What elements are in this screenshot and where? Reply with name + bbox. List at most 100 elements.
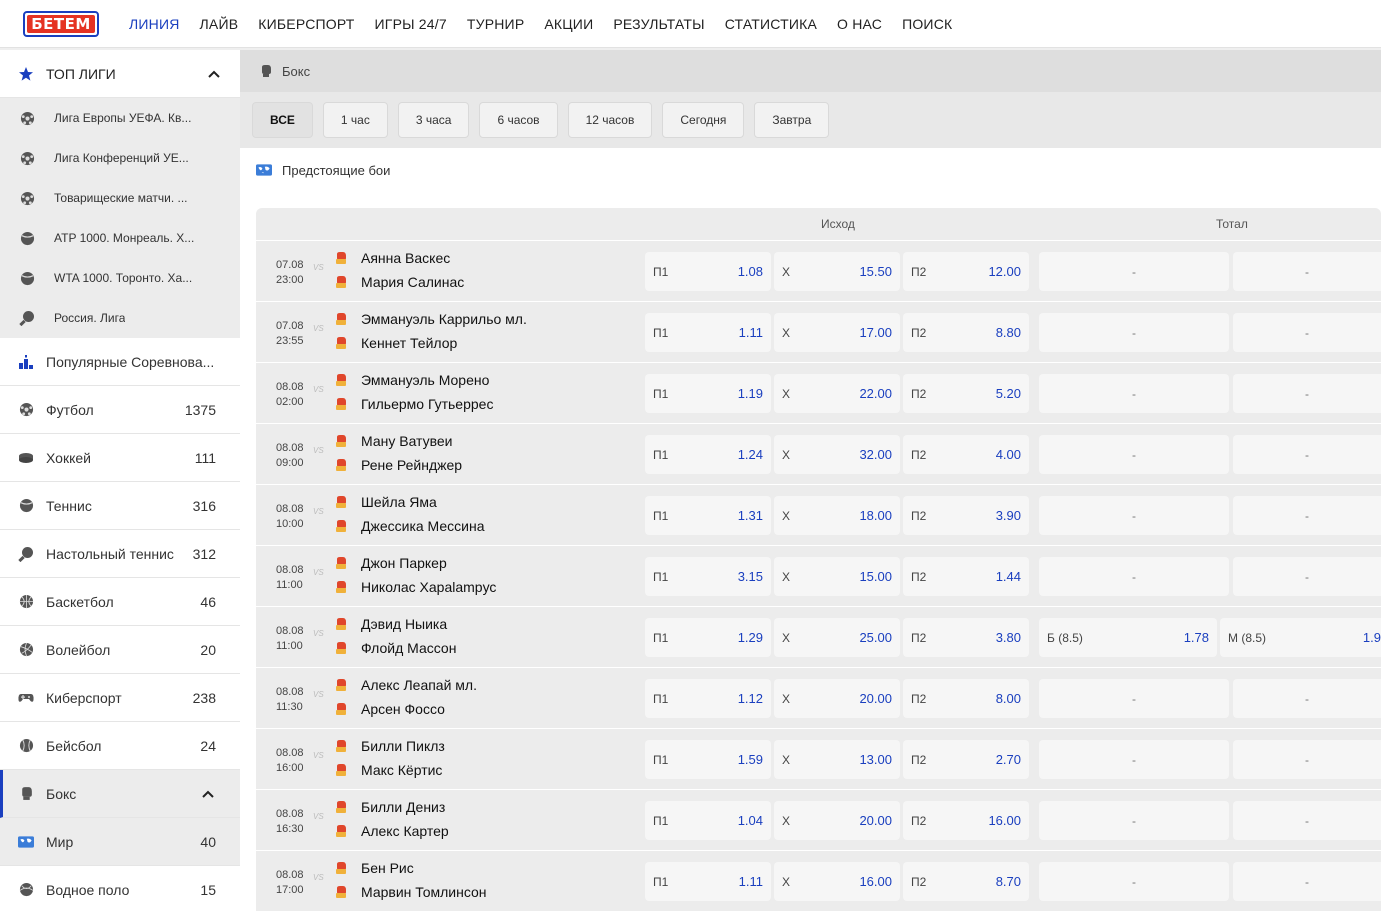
team-name-row[interactable]: Эммануэль Морено: [334, 372, 489, 388]
nav-item[interactable]: ЛИНИЯ: [129, 16, 180, 32]
total-under-button[interactable]: -: [1233, 252, 1381, 291]
sidebar-sport-item[interactable]: Теннис 316: [0, 482, 240, 530]
odd-p1-button[interactable]: П1 1.31: [645, 496, 771, 535]
sidebar-sport-item[interactable]: Настольный теннис 312: [0, 530, 240, 578]
sidebar-sport-item[interactable]: Бейсбол 24: [0, 722, 240, 770]
team-name-row[interactable]: Рене Рейнджер: [334, 457, 462, 473]
odd-p2-button[interactable]: П2 3.80: [903, 618, 1029, 657]
filter-button[interactable]: Сегодня: [662, 102, 745, 138]
odd-p1-button[interactable]: П1 1.19: [645, 374, 771, 413]
sidebar-sport-item[interactable]: Волейбол 20: [0, 626, 240, 674]
odd-p2-button[interactable]: П2 1.44: [903, 557, 1029, 596]
odd-p2-button[interactable]: П2 5.20: [903, 374, 1029, 413]
filter-button[interactable]: 6 часов: [479, 102, 558, 138]
team-name-row[interactable]: Шейла Яма: [334, 494, 437, 510]
odd-x-button[interactable]: Х 13.00: [774, 740, 900, 779]
odd-p1-button[interactable]: П1 1.11: [645, 313, 771, 352]
chevron-up-icon[interactable]: [200, 786, 216, 802]
total-over-button[interactable]: -: [1039, 862, 1229, 901]
sidebar-league-item[interactable]: Товарищеские матчи. ...: [0, 178, 240, 218]
sidebar-sport-item[interactable]: Киберспорт 238: [0, 674, 240, 722]
breadcrumb-label[interactable]: Бокс: [282, 64, 310, 79]
filter-button[interactable]: ВСЕ: [252, 102, 313, 138]
odd-p2-button[interactable]: П2 4.00: [903, 435, 1029, 474]
nav-item[interactable]: ПОИСК: [902, 16, 952, 32]
total-over-button[interactable]: -: [1039, 679, 1229, 718]
odd-x-button[interactable]: Х 17.00: [774, 313, 900, 352]
team-name-row[interactable]: Мария Салинас: [334, 274, 464, 290]
team-name-row[interactable]: Кеннет Тейлор: [334, 335, 457, 351]
odd-p1-button[interactable]: П1 3.15: [645, 557, 771, 596]
total-under-button[interactable]: -: [1233, 740, 1381, 779]
sidebar-sport-item[interactable]: Футбол 1375: [0, 386, 240, 434]
team-name-row[interactable]: Бен Рис: [334, 860, 414, 876]
odd-x-button[interactable]: Х 16.00: [774, 862, 900, 901]
team-name-row[interactable]: Аянна Васкес: [334, 250, 450, 266]
odd-p1-button[interactable]: П1 1.04: [645, 801, 771, 840]
odd-x-button[interactable]: Х 15.50: [774, 252, 900, 291]
sidebar-league-item[interactable]: Лига Европы УЕФА. Кв...: [0, 98, 240, 138]
filter-button[interactable]: Завтра: [754, 102, 830, 138]
odd-p1-button[interactable]: П1 1.11: [645, 862, 771, 901]
total-over-button[interactable]: -: [1039, 557, 1229, 596]
team-name-row[interactable]: Эммануэль Каррильо мл.: [334, 311, 527, 327]
sidebar-league-item[interactable]: WTA 1000. Торонто. Ха...: [0, 258, 240, 298]
nav-item[interactable]: ЛАЙВ: [200, 16, 239, 32]
team-name-row[interactable]: Гильермо Гутьеррес: [334, 396, 493, 412]
total-over-button[interactable]: -: [1039, 374, 1229, 413]
odd-p2-button[interactable]: П2 3.90: [903, 496, 1029, 535]
total-over-button[interactable]: Б (8.5) 1.78: [1039, 618, 1217, 657]
team-name-row[interactable]: Ману Ватувеи: [334, 433, 453, 449]
team-name-row[interactable]: Алекс Картер: [334, 823, 449, 839]
nav-item[interactable]: О НАС: [837, 16, 882, 32]
odd-p2-button[interactable]: П2 8.80: [903, 313, 1029, 352]
total-under-button[interactable]: М (8.5) 1.9: [1220, 618, 1381, 657]
odd-p2-button[interactable]: П2 8.70: [903, 862, 1029, 901]
total-over-button[interactable]: -: [1039, 313, 1229, 352]
team-name-row[interactable]: Николас Хараlampус: [334, 579, 496, 595]
sidebar-sport-item[interactable]: Водное поло 15: [0, 866, 240, 911]
sidebar-sport-item[interactable]: Хоккей 111: [0, 434, 240, 482]
total-under-button[interactable]: -: [1233, 557, 1381, 596]
odd-p1-button[interactable]: П1 1.08: [645, 252, 771, 291]
sidebar-sport-item[interactable]: Мир 40: [0, 818, 240, 866]
nav-item[interactable]: СТАТИСТИКА: [725, 16, 817, 32]
sidebar-league-item[interactable]: Лига Конференций УЕ...: [0, 138, 240, 178]
team-name-row[interactable]: Флойд Массон: [334, 640, 456, 656]
filter-button[interactable]: 1 час: [322, 102, 388, 138]
sidebar-sport-item[interactable]: Популярные Соревнова...: [0, 338, 240, 386]
total-over-button[interactable]: -: [1039, 801, 1229, 840]
filter-button[interactable]: 12 часов: [567, 102, 653, 138]
odd-p1-button[interactable]: П1 1.12: [645, 679, 771, 718]
odd-x-button[interactable]: Х 32.00: [774, 435, 900, 474]
team-name-row[interactable]: Марвин Томлинсон: [334, 884, 487, 900]
odd-x-button[interactable]: Х 15.00: [774, 557, 900, 596]
nav-item[interactable]: ИГРЫ 24/7: [375, 16, 447, 32]
nav-item[interactable]: АКЦИИ: [544, 16, 593, 32]
odd-x-button[interactable]: Х 25.00: [774, 618, 900, 657]
total-over-button[interactable]: -: [1039, 435, 1229, 474]
odd-x-button[interactable]: Х 18.00: [774, 496, 900, 535]
team-name-row[interactable]: Джон Паркер: [334, 555, 447, 571]
team-name-row[interactable]: Билли Пиклз: [334, 738, 445, 754]
sidebar-sport-item[interactable]: Баскетбол 46: [0, 578, 240, 626]
team-name-row[interactable]: Билли Дениз: [334, 799, 445, 815]
chevron-up-icon[interactable]: [206, 66, 222, 82]
odd-p2-button[interactable]: П2 8.00: [903, 679, 1029, 718]
filter-button[interactable]: 3 часа: [397, 102, 470, 138]
total-under-button[interactable]: -: [1233, 374, 1381, 413]
total-under-button[interactable]: -: [1233, 679, 1381, 718]
sidebar-league-item[interactable]: ATP 1000. Монреаль. Х...: [0, 218, 240, 258]
total-over-button[interactable]: -: [1039, 252, 1229, 291]
odd-x-button[interactable]: Х 20.00: [774, 679, 900, 718]
nav-item[interactable]: ТУРНИР: [467, 16, 525, 32]
total-under-button[interactable]: -: [1233, 313, 1381, 352]
team-name-row[interactable]: Макс Кёртис: [334, 762, 442, 778]
total-under-button[interactable]: -: [1233, 862, 1381, 901]
team-name-row[interactable]: Дэвид Ныика: [334, 616, 447, 632]
team-name-row[interactable]: Алекс Леапай мл.: [334, 677, 477, 693]
odd-p1-button[interactable]: П1 1.59: [645, 740, 771, 779]
top-leagues-header[interactable]: ТОП ЛИГИ: [0, 50, 240, 98]
sidebar-league-item[interactable]: Россия. Лига: [0, 298, 240, 338]
total-under-button[interactable]: -: [1233, 801, 1381, 840]
